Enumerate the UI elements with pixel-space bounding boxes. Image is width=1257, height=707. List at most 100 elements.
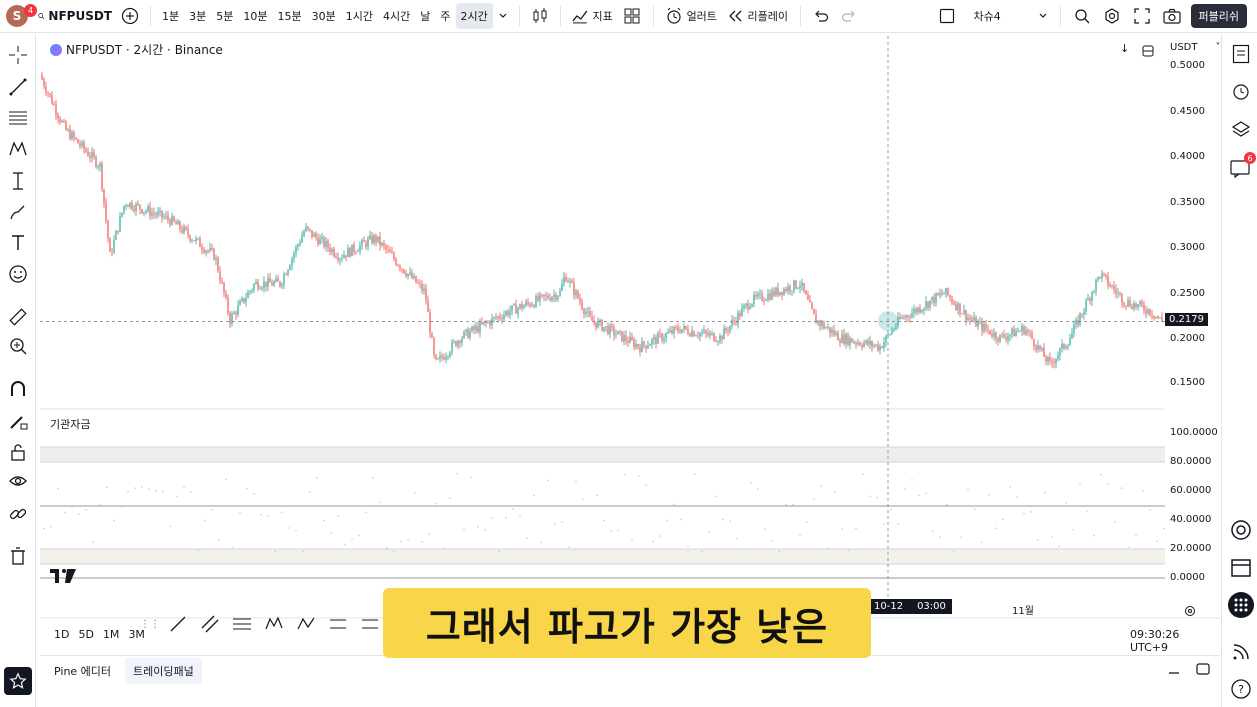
range-1d[interactable]: 1D: [54, 628, 69, 641]
layout-name[interactable]: 차슈4: [962, 3, 1032, 29]
projection-tool[interactable]: [6, 169, 30, 193]
watchlist-button[interactable]: [1228, 41, 1254, 67]
candle-body: [513, 303, 515, 306]
link-tool[interactable]: [6, 502, 30, 526]
candle-body: [607, 326, 609, 335]
snapshot-button[interactable]: [1157, 3, 1187, 29]
brush-tool[interactable]: [6, 200, 30, 224]
object-tree-button[interactable]: [1228, 116, 1254, 142]
settings-button[interactable]: [1097, 3, 1127, 29]
horizontal-lines-icon[interactable]: [232, 614, 252, 634]
fullscreen-button[interactable]: [1127, 3, 1157, 29]
layouts-button[interactable]: [617, 3, 647, 29]
abcd-pattern-icon[interactable]: [296, 614, 316, 634]
maximize-pane-button[interactable]: [1142, 42, 1154, 61]
interval-1[interactable]: 3분: [184, 3, 211, 29]
chats-button[interactable]: 6: [1228, 152, 1256, 181]
magnet-tool[interactable]: [6, 377, 30, 401]
range-1m[interactable]: 1M: [103, 628, 120, 641]
tradingview-logo[interactable]: [50, 568, 76, 587]
interval-9[interactable]: 주: [435, 3, 455, 29]
maximize-panel-button[interactable]: [1196, 663, 1210, 678]
remove-drawings-tool[interactable]: [6, 544, 30, 568]
oscillator-point: [1156, 540, 1158, 543]
symbol-search[interactable]: NFPUSDT: [34, 3, 116, 29]
help-button[interactable]: ?: [1228, 676, 1254, 702]
candle-body: [989, 330, 991, 335]
trading-panel-tab[interactable]: 트레이딩패널: [125, 657, 202, 684]
candle-body: [1093, 290, 1095, 293]
candle-body: [1103, 273, 1105, 275]
keep-drawing-tool[interactable]: [6, 409, 30, 433]
download-icon[interactable]: ↓: [1120, 42, 1129, 55]
candle-body: [693, 331, 695, 337]
parallel-channel-icon[interactable]: [200, 614, 220, 634]
chart-area[interactable]: NFPUSDT · 2시간 · Binance ↓ USDT ˅ 기관자금 0.…: [40, 36, 1220, 654]
candle-body: [615, 334, 617, 336]
products-button[interactable]: [1228, 592, 1254, 618]
candle-body: [79, 143, 81, 146]
candle-body: [327, 240, 329, 248]
candle-body: [273, 281, 275, 286]
floating-drawing-toolbar[interactable]: ⋮⋮: [140, 610, 380, 638]
trend-line-icon[interactable]: [168, 614, 188, 634]
ideas-button[interactable]: [1228, 517, 1254, 543]
chart-type-button[interactable]: [526, 3, 554, 29]
zoom-tool[interactable]: [6, 334, 30, 358]
publish-button[interactable]: 퍼블리쉬: [1187, 3, 1251, 29]
interval-dropdown[interactable]: [493, 3, 513, 29]
compare-symbol-button[interactable]: [116, 3, 144, 29]
favorites-tool[interactable]: [4, 667, 32, 695]
minimize-panel-button[interactable]: [1168, 663, 1180, 678]
range-icon[interactable]: [360, 614, 380, 634]
range-3m[interactable]: 3M: [128, 628, 145, 641]
replay-button[interactable]: 리플레이: [722, 3, 794, 29]
elliott-wave-icon[interactable]: [264, 614, 284, 634]
undo-button[interactable]: [807, 3, 835, 29]
candle-body: [519, 304, 521, 308]
crosshair-tool[interactable]: [6, 43, 30, 67]
trend-line-tool[interactable]: [6, 75, 30, 99]
interval-5[interactable]: 30분: [307, 3, 341, 29]
chart-canvas[interactable]: [40, 36, 1220, 648]
quick-search-button[interactable]: [1067, 3, 1097, 29]
pine-editor-tab[interactable]: Pine 에디터: [40, 663, 125, 679]
icon-tool[interactable]: [6, 262, 30, 286]
candle-body: [285, 274, 287, 276]
layout-select-button[interactable]: [932, 3, 962, 29]
oscillator-point: [659, 535, 661, 537]
indicator-legend[interactable]: 기관자금: [50, 416, 90, 432]
range-5d[interactable]: 5D: [78, 628, 93, 641]
interval-2[interactable]: 5분: [211, 3, 238, 29]
measure-tool[interactable]: [6, 305, 30, 329]
redo-button[interactable]: [835, 3, 863, 29]
chart-legend[interactable]: NFPUSDT · 2시간 · Binance: [50, 41, 223, 58]
interval-10[interactable]: 2시간: [455, 3, 493, 29]
candle-body: [321, 237, 323, 239]
interval-3[interactable]: 10분: [238, 3, 272, 29]
axis-settings-button[interactable]: [1184, 602, 1196, 621]
path-icon[interactable]: [328, 614, 348, 634]
layout-dropdown[interactable]: [1032, 3, 1054, 29]
pattern-tool[interactable]: [6, 137, 30, 161]
currency-select[interactable]: USDT ˅: [1170, 42, 1220, 53]
interval-4[interactable]: 15분: [273, 3, 307, 29]
text-tool[interactable]: [6, 231, 30, 255]
candle-body: [357, 251, 359, 253]
fib-tool[interactable]: [6, 106, 30, 130]
user-avatar[interactable]: S 4: [0, 3, 37, 29]
calendar-button[interactable]: [1228, 554, 1254, 580]
interval-6[interactable]: 1시간: [341, 3, 378, 29]
indicators-button[interactable]: 지표: [567, 3, 617, 29]
alerts-button[interactable]: [1228, 78, 1254, 104]
news-stream-button[interactable]: [1228, 639, 1254, 665]
candle-body: [297, 244, 299, 247]
candle-body: [189, 235, 191, 241]
alert-button[interactable]: 얼러트: [660, 3, 722, 29]
oscillator-tick: 0.0000: [1170, 572, 1205, 583]
hide-drawings-tool[interactable]: [6, 469, 30, 493]
interval-7[interactable]: 4시간: [378, 3, 415, 29]
interval-8[interactable]: 날: [415, 3, 435, 29]
lock-drawings-tool[interactable]: [6, 440, 30, 464]
interval-0[interactable]: 1분: [157, 3, 184, 29]
